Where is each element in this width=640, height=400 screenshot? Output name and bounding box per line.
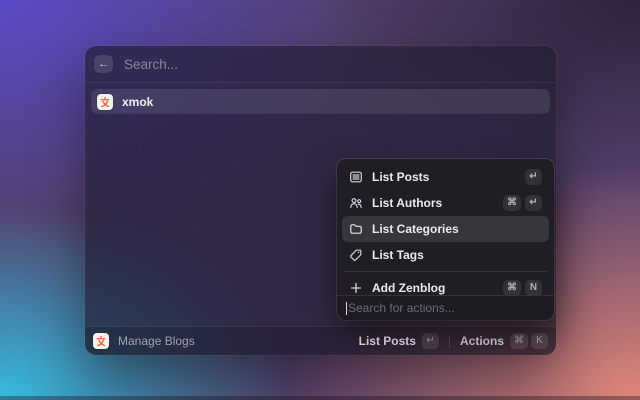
action-item-list-authors[interactable]: List Authors ⌘ ↵ — [342, 190, 549, 216]
actions-menu-button[interactable]: Actions — [460, 334, 504, 348]
people-icon — [349, 196, 363, 210]
action-label: List Categories — [372, 222, 459, 236]
return-key-badge: ↵ — [422, 333, 439, 349]
return-key-badge: ↵ — [525, 169, 542, 185]
screen-edge-strip — [0, 396, 640, 400]
primary-action-button[interactable]: List Posts — [359, 334, 416, 348]
actions-search-field[interactable]: Search for actions... — [337, 295, 554, 320]
n-key-badge: N — [525, 280, 542, 295]
list-item-title: xmok — [122, 95, 153, 109]
footer-divider — [449, 335, 450, 348]
status-bar-app: Manage Blogs — [93, 333, 195, 349]
search-input[interactable]: Search... — [124, 57, 178, 72]
actions-list: List Posts ↵ List Authors — [337, 159, 554, 295]
k-key-badge: K — [531, 333, 548, 349]
action-label: Add Zenblog — [372, 281, 445, 295]
app-name-label: Manage Blogs — [118, 334, 195, 348]
tag-icon — [349, 248, 363, 262]
action-label: List Authors — [372, 196, 442, 210]
actions-section-divider — [344, 271, 547, 272]
action-label: List Posts — [372, 170, 429, 184]
cmd-key-badge: ⌘ — [503, 280, 521, 295]
cmd-key-badge: ⌘ — [503, 195, 521, 211]
back-button[interactable]: ← — [94, 55, 113, 73]
action-item-list-tags[interactable]: List Tags — [342, 242, 549, 268]
zenblog-logo-icon — [97, 94, 113, 110]
list-item-xmok[interactable]: xmok — [91, 89, 550, 114]
status-bar: Manage Blogs List Posts ↵ Actions ⌘ K — [85, 326, 556, 355]
actions-search-placeholder: Search for actions... — [348, 301, 455, 315]
action-item-list-posts[interactable]: List Posts ↵ — [342, 164, 549, 190]
actions-panel: List Posts ↵ List Authors — [337, 159, 554, 320]
text-cursor — [346, 302, 347, 315]
zenblog-logo-icon — [93, 333, 109, 349]
search-header: ← Search... — [85, 46, 556, 83]
action-item-add-zenblog[interactable]: Add Zenblog ⌘ N — [342, 275, 549, 295]
cmd-key-badge: ⌘ — [510, 333, 528, 349]
action-item-list-categories[interactable]: List Categories — [342, 216, 549, 242]
desktop-background: ← Search... xmok — [0, 0, 640, 400]
return-key-badge: ↵ — [525, 195, 542, 211]
folder-icon — [349, 222, 363, 236]
list-icon — [349, 170, 363, 184]
action-label: List Tags — [372, 248, 424, 262]
plus-icon — [349, 281, 363, 295]
